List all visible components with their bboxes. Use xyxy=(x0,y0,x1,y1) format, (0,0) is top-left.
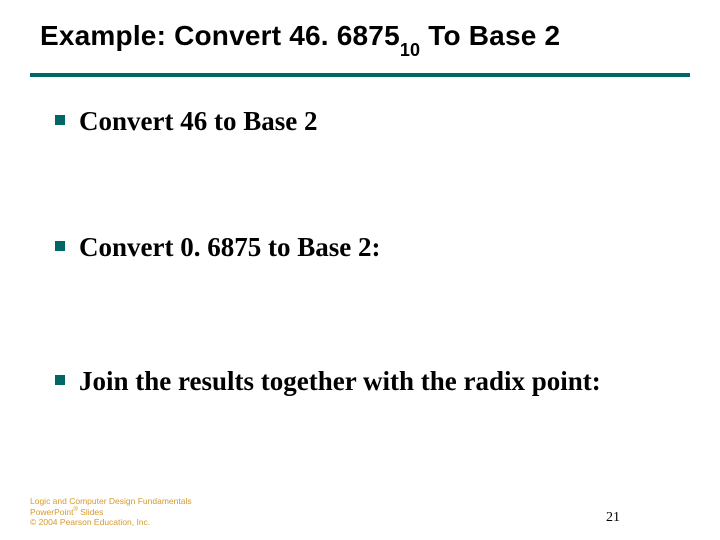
list-item: Convert 46 to Base 2 xyxy=(55,105,665,139)
title-area: Example: Convert 46. 687510 To Base 2 xyxy=(0,0,720,57)
slide-title: Example: Convert 46. 687510 To Base 2 xyxy=(40,18,680,57)
title-underline xyxy=(30,73,690,77)
footer-line2: PowerPoint® Slides xyxy=(30,507,192,518)
page-number: 21 xyxy=(606,510,620,526)
footer-credit: Logic and Computer Design Fundamentals P… xyxy=(30,496,192,528)
title-suffix: To Base 2 xyxy=(420,20,560,51)
bullet-icon xyxy=(55,375,65,385)
list-item: Convert 0. 6875 to Base 2: xyxy=(55,231,665,265)
body: Convert 46 to Base 2 Convert 0. 6875 to … xyxy=(0,105,720,398)
title-subscript: 10 xyxy=(400,40,420,60)
bullet-text-1: Convert 46 to Base 2 xyxy=(79,105,317,139)
footer-line1: Logic and Computer Design Fundamentals xyxy=(30,496,192,507)
bullet-icon xyxy=(55,115,65,125)
footer-line3: © 2004 Pearson Education, Inc. xyxy=(30,517,192,528)
bullet-text-3: Join the results together with the radix… xyxy=(79,365,601,399)
bullet-icon xyxy=(55,241,65,251)
bullet-text-2: Convert 0. 6875 to Base 2: xyxy=(79,231,380,265)
list-item: Join the results together with the radix… xyxy=(55,365,665,399)
slide: Example: Convert 46. 687510 To Base 2 Co… xyxy=(0,0,720,540)
title-prefix: Example: Convert 46. 6875 xyxy=(40,20,400,51)
